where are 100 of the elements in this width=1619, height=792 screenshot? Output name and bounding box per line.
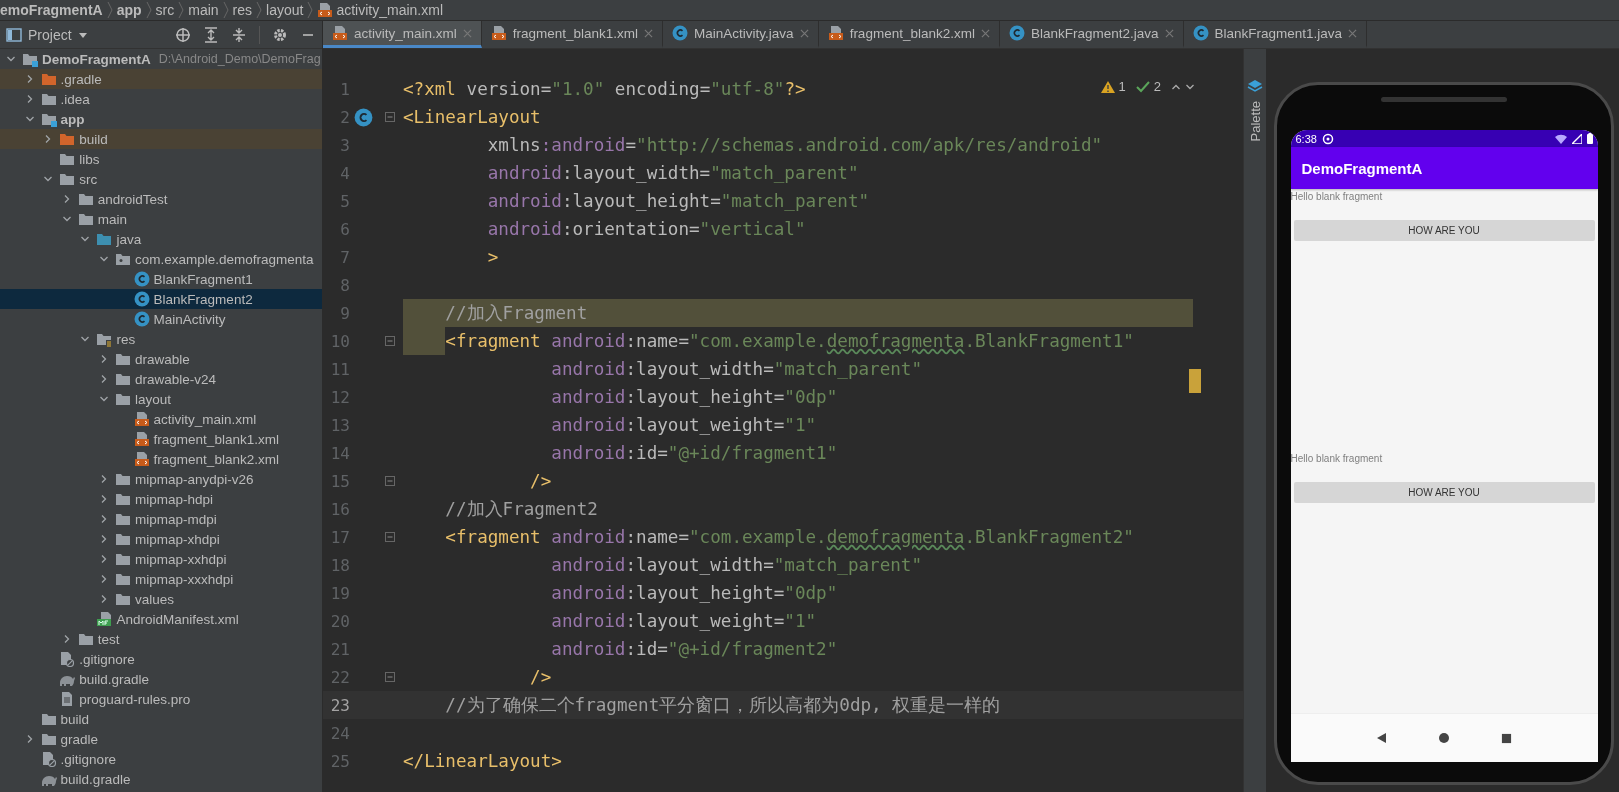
line-number: 19 [329, 583, 350, 603]
tree-item[interactable]: drawable [0, 349, 322, 369]
tree-item[interactable]: java [0, 229, 322, 249]
editor-tab[interactable]: activity_main.xml [323, 21, 482, 48]
fold-marker-icon[interactable] [384, 112, 395, 122]
fold-marker-icon[interactable] [384, 672, 395, 682]
tree-item[interactable]: BlankFragment2 [0, 289, 322, 309]
fold-marker-icon[interactable] [384, 532, 395, 542]
check-icon[interactable] [1135, 80, 1150, 93]
tree-item[interactable]: mipmap-anydpi-v26 [0, 469, 322, 489]
tree-item[interactable]: test [0, 629, 322, 649]
tree-item[interactable]: fragment_blank2.xml [0, 449, 322, 469]
chevron-down-icon[interactable] [24, 114, 35, 124]
settings-icon[interactable] [272, 26, 288, 43]
tree-item[interactable]: AndroidManifest.xml [0, 609, 322, 629]
tree-item[interactable]: mipmap-xhdpi [0, 529, 322, 549]
tree-item[interactable]: build [0, 709, 322, 729]
tree-item[interactable]: libs [0, 149, 322, 169]
tree-item[interactable]: BlankFragment1 [0, 269, 322, 289]
tree-item[interactable]: build.gradle [0, 669, 322, 689]
collapse-all-icon[interactable] [231, 26, 247, 43]
tree-item[interactable]: MainActivity [0, 309, 322, 329]
chevron-right-icon[interactable] [99, 474, 109, 484]
chevron-down-icon[interactable] [61, 214, 72, 224]
tree-item[interactable]: build.gradle [0, 769, 322, 789]
expand-all-icon[interactable] [203, 26, 219, 43]
error-stripe-marker[interactable] [1189, 369, 1201, 393]
chevron-right-icon[interactable] [99, 514, 109, 524]
close-icon[interactable] [1348, 28, 1358, 38]
chevron-right-icon[interactable] [99, 534, 109, 544]
chevron-down-icon[interactable] [80, 234, 91, 244]
tree-item[interactable]: main [0, 209, 322, 229]
chevron-right-icon[interactable] [99, 374, 109, 384]
tree-item[interactable]: mipmap-hdpi [0, 489, 322, 509]
layers-icon[interactable] [1247, 79, 1263, 95]
chevron-down-icon[interactable] [6, 54, 16, 64]
breadcrumb-item[interactable]: activity_main.xml [336, 2, 443, 18]
tree-item[interactable]: .idea [0, 89, 322, 109]
tree-item[interactable]: DemoFragmentA D:\Android_Demo\DemoFrag [0, 49, 322, 69]
phone-button[interactable]: HOW ARE YOU [1293, 482, 1595, 503]
breadcrumb-item[interactable]: emoFragmentA [0, 2, 103, 18]
tree-item[interactable]: androidTest [0, 189, 322, 209]
close-icon[interactable] [799, 28, 809, 38]
tree-item[interactable]: mipmap-mdpi [0, 509, 322, 529]
chevron-down-icon[interactable] [43, 174, 54, 184]
editor-tab[interactable]: BlankFragment1.java [1183, 21, 1368, 48]
chevron-right-icon[interactable] [99, 554, 109, 564]
overview-icon[interactable] [1501, 732, 1513, 744]
chevron-right-icon[interactable] [99, 574, 109, 584]
tree-item[interactable]: com.example.demofragmenta [0, 249, 322, 269]
editor-tab[interactable]: BlankFragment2.java [999, 21, 1184, 48]
class-icon[interactable] [353, 107, 373, 127]
tree-item[interactable]: proguard-rules.pro [0, 689, 322, 709]
back-icon[interactable] [1375, 732, 1388, 744]
fold-marker-icon[interactable] [384, 476, 395, 486]
editor-tab[interactable]: MainActivity.java [663, 21, 819, 48]
xml-file-icon [133, 411, 150, 427]
close-icon[interactable] [980, 28, 990, 38]
palette-tab[interactable]: Palette [1247, 101, 1263, 142]
breadcrumb-item[interactable]: res [232, 2, 253, 18]
chevron-right-icon[interactable] [99, 494, 109, 504]
close-icon[interactable] [1164, 28, 1174, 38]
breadcrumb-separator-icon [144, 0, 153, 20]
breadcrumb-item[interactable]: main [188, 2, 219, 18]
phone-button[interactable]: HOW ARE YOU [1293, 220, 1595, 241]
folder-icon [40, 71, 57, 87]
tree-item[interactable]: app [0, 109, 322, 129]
tree-item[interactable]: res [0, 329, 322, 349]
crosshair-icon[interactable] [175, 26, 191, 43]
chevron-right-icon[interactable] [99, 594, 109, 604]
chevron-right-icon[interactable] [99, 354, 109, 364]
tree-item[interactable]: activity_main.xml [0, 409, 322, 429]
breadcrumb-item[interactable]: src [155, 2, 175, 18]
tree-item[interactable]: fragment_blank1.xml [0, 429, 322, 449]
chevron-down-icon[interactable] [80, 334, 91, 344]
project-view-dropdown[interactable]: Project [28, 26, 72, 43]
tree-item[interactable]: mipmap-xxhdpi [0, 549, 322, 569]
chevron-down-icon[interactable] [99, 394, 109, 404]
tree-item[interactable]: values [0, 589, 322, 609]
editor-tab[interactable]: fragment_blank2.xml [818, 21, 1000, 48]
fragment-text: Hello blank fragment [1290, 190, 1384, 202]
tree-item[interactable]: .gitignore [0, 649, 322, 669]
tree-item[interactable]: .gradle [0, 69, 322, 89]
tree-item[interactable]: .gitignore [0, 749, 322, 769]
tree-item[interactable]: layout [0, 389, 322, 409]
tree-item[interactable]: drawable-v24 [0, 369, 322, 389]
home-icon[interactable] [1438, 732, 1451, 744]
editor-tab[interactable]: fragment_blank1.xml [481, 21, 664, 48]
close-icon[interactable] [644, 28, 654, 38]
fold-marker-icon[interactable] [384, 336, 395, 346]
tree-item[interactable]: mipmap-xxxhdpi [0, 569, 322, 589]
warning-icon[interactable] [1100, 80, 1115, 93]
breadcrumb-item[interactable]: app [116, 2, 142, 18]
tree-item[interactable]: src [0, 169, 322, 189]
breadcrumb-item[interactable]: layout [266, 2, 304, 18]
tree-item[interactable]: build [0, 129, 322, 149]
project-path: D:\Android_Demo\DemoFrag [158, 52, 321, 66]
tree-item[interactable]: gradle [0, 729, 322, 749]
chevron-down-icon[interactable] [99, 254, 109, 264]
breadcrumb-separator-icon [255, 0, 264, 20]
